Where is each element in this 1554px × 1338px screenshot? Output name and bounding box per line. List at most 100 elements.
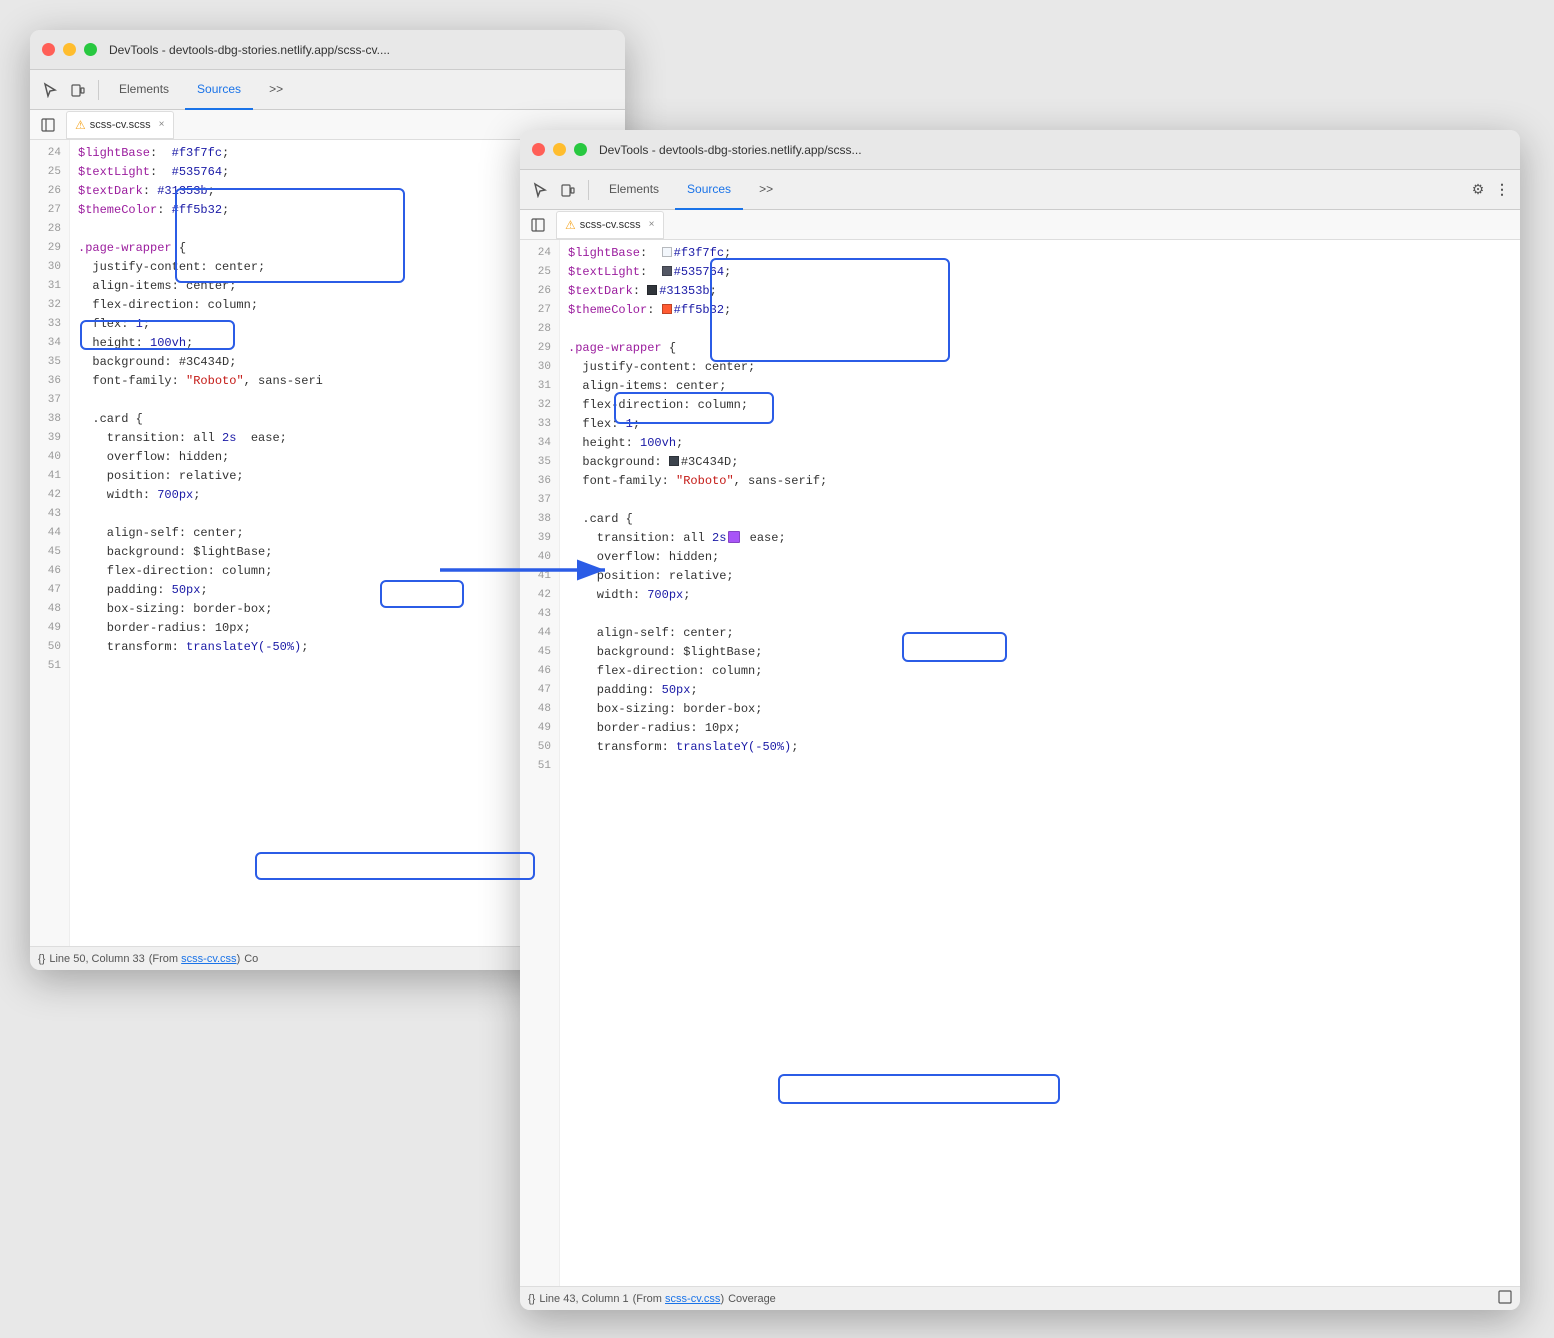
- code-line: .page-wrapper {: [568, 339, 1520, 358]
- line-number: 42: [520, 586, 559, 605]
- line-number: 24: [520, 244, 559, 263]
- code-line: height: 100vh;: [568, 434, 1520, 453]
- line-number: 43: [520, 605, 559, 624]
- status-suffix-1: Co: [244, 953, 258, 965]
- close-button-1[interactable]: [42, 43, 55, 56]
- device-icon[interactable]: [66, 78, 90, 102]
- code-line: box-sizing: border-box;: [568, 700, 1520, 719]
- warn-icon-1: ⚠: [75, 118, 86, 132]
- line-number: 50: [520, 738, 559, 757]
- code-line: [568, 605, 1520, 624]
- code-line: flex-direction: column;: [568, 662, 1520, 681]
- code-line: justify-content: center;: [568, 358, 1520, 377]
- status-bar-2: {} Line 43, Column 1 (From scss-cv.css) …: [520, 1286, 1520, 1310]
- line-number: 45: [520, 643, 559, 662]
- line-number: 24: [30, 144, 69, 163]
- close-button-2[interactable]: [532, 143, 545, 156]
- line-number: 37: [30, 391, 69, 410]
- line-number: 46: [30, 562, 69, 581]
- code-line: $themeColor: #ff5b32;: [568, 301, 1520, 320]
- code-line: flex: 1;: [568, 415, 1520, 434]
- code-line: padding: 50px;: [568, 681, 1520, 700]
- line-number: 35: [520, 453, 559, 472]
- code-line: .card {: [568, 510, 1520, 529]
- sidebar-toggle-2[interactable]: [526, 213, 550, 237]
- status-file-2[interactable]: scss-cv.css: [665, 1293, 720, 1305]
- line-number: 50: [30, 638, 69, 657]
- separator-1: [98, 80, 99, 100]
- close-tab-2[interactable]: ×: [649, 219, 655, 230]
- line-number: 31: [30, 277, 69, 296]
- tab-elements-2[interactable]: Elements: [597, 170, 671, 210]
- cursor-icon[interactable]: [38, 78, 62, 102]
- code-line: $textDark: #31353b;: [568, 282, 1520, 301]
- braces-icon-1: {}: [38, 953, 45, 965]
- file-tab-name-2: scss-cv.scss: [580, 219, 641, 231]
- tab-sources-2[interactable]: Sources: [675, 170, 743, 210]
- tab-more-2[interactable]: >>: [747, 170, 785, 210]
- code-line: $textLight: #535764;: [568, 263, 1520, 282]
- window-title-1: DevTools - devtools-dbg-stories.netlify.…: [109, 43, 390, 57]
- line-number: 34: [520, 434, 559, 453]
- gear-icon[interactable]: ⚙: [1468, 180, 1488, 200]
- more-menu-icon[interactable]: ⋮: [1492, 180, 1512, 200]
- line-numbers-2: 2425262728293031323334353637383940414243…: [520, 240, 560, 1286]
- code-line: align-self: center;: [568, 624, 1520, 643]
- line-number: 26: [30, 182, 69, 201]
- minimize-button-1[interactable]: [63, 43, 76, 56]
- warn-icon-2: ⚠: [565, 218, 576, 232]
- code-content-2[interactable]: $lightBase: #f3f7fc;$textLight: #535764;…: [560, 240, 1520, 1286]
- code-line: width: 700px;: [568, 586, 1520, 605]
- status-file-1[interactable]: scss-cv.css: [181, 953, 236, 965]
- line-number: 49: [30, 619, 69, 638]
- line-number: 28: [30, 220, 69, 239]
- tab-sources-1[interactable]: Sources: [185, 70, 253, 110]
- maximize-button-2[interactable]: [574, 143, 587, 156]
- line-numbers-1: 2425262728293031323334353637383940414243…: [30, 140, 70, 946]
- titlebar-2: DevTools - devtools-dbg-stories.netlify.…: [520, 130, 1520, 170]
- sidebar-toggle-1[interactable]: [36, 113, 60, 137]
- line-number: 26: [520, 282, 559, 301]
- line-number: 43: [30, 505, 69, 524]
- line-number: 44: [520, 624, 559, 643]
- line-number: 36: [30, 372, 69, 391]
- line-number: 46: [520, 662, 559, 681]
- close-tab-1[interactable]: ×: [159, 119, 165, 130]
- file-tab-name-1: scss-cv.scss: [90, 119, 151, 131]
- code-line: transform: translateY(-50%);: [568, 738, 1520, 757]
- minimize-button-2[interactable]: [553, 143, 566, 156]
- line-number: 39: [520, 529, 559, 548]
- line-number: 40: [30, 448, 69, 467]
- code-line: border-radius: 10px;: [568, 719, 1520, 738]
- code-editor-2[interactable]: 2425262728293031323334353637383940414243…: [520, 240, 1520, 1286]
- braces-icon-2: {}: [528, 1293, 535, 1305]
- line-number: 44: [30, 524, 69, 543]
- line-number: 51: [30, 657, 69, 676]
- source-tabbar-2: ⚠ scss-cv.scss ×: [520, 210, 1520, 240]
- toolbar-2: Elements Sources >> ⚙ ⋮: [520, 170, 1520, 210]
- code-line: background: #3C434D;: [568, 453, 1520, 472]
- titlebar-1: DevTools - devtools-dbg-stories.netlify.…: [30, 30, 625, 70]
- line-number: 41: [30, 467, 69, 486]
- line-number: 40: [520, 548, 559, 567]
- cursor-icon-2[interactable]: [528, 178, 552, 202]
- file-tab-2[interactable]: ⚠ scss-cv.scss ×: [556, 211, 664, 239]
- device-icon-2[interactable]: [556, 178, 580, 202]
- tab-more-1[interactable]: >>: [257, 70, 295, 110]
- file-tab-1[interactable]: ⚠ scss-cv.scss ×: [66, 111, 174, 139]
- tab-elements-1[interactable]: Elements: [107, 70, 181, 110]
- code-line: background: $lightBase;: [568, 643, 1520, 662]
- maximize-button-1[interactable]: [84, 43, 97, 56]
- line-number: 27: [30, 201, 69, 220]
- status-position-2: Line 43, Column 1: [539, 1293, 628, 1305]
- line-number: 37: [520, 491, 559, 510]
- line-number: 49: [520, 719, 559, 738]
- line-number: 39: [30, 429, 69, 448]
- line-number: 41: [520, 567, 559, 586]
- line-number: 30: [520, 358, 559, 377]
- line-number: 51: [520, 757, 559, 776]
- status-from-1: (From scss-cv.css): [149, 953, 240, 965]
- line-number: 42: [30, 486, 69, 505]
- toolbar-1: Elements Sources >>: [30, 70, 625, 110]
- line-number: 25: [520, 263, 559, 282]
